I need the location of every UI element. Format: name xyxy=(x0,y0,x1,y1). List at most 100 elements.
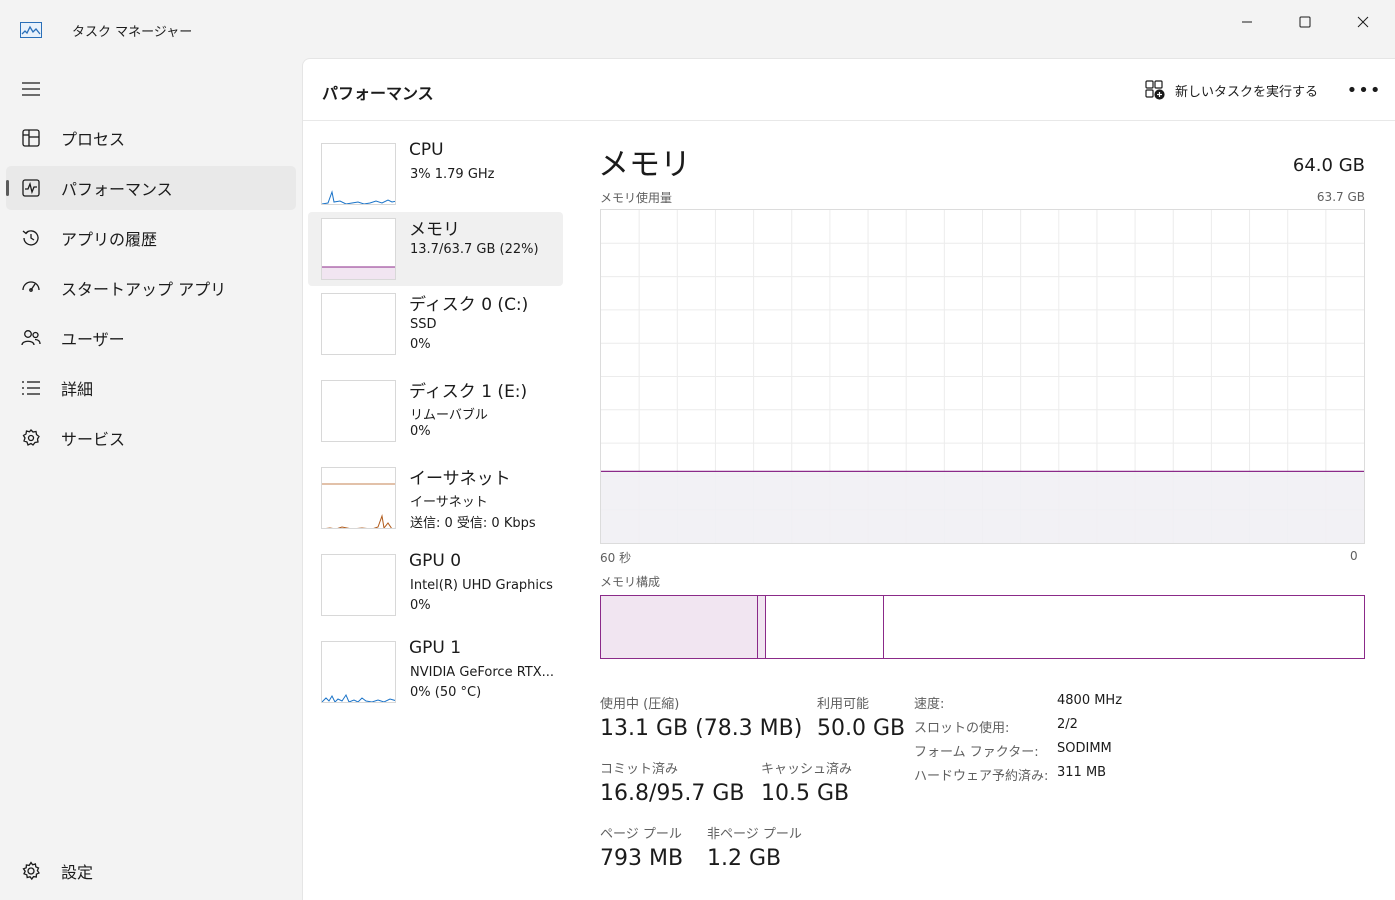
device-disk-0[interactable]: ディスク 0 (C:) SSD 0% xyxy=(308,287,563,361)
disk1-thumbnail-graph xyxy=(321,380,396,442)
page-title: パフォーマンス xyxy=(322,84,434,103)
main-panel: パフォーマンス 新しいタスクを実行する ••• CPU 3% 1.79 GHz … xyxy=(302,58,1395,900)
device-ethernet[interactable]: イーサネット イーサネット 送信: 0 受信: 0 Kbps xyxy=(308,461,563,535)
graph-axis-left: 60 秒 xyxy=(600,551,632,565)
sidebar-item-services[interactable]: サービス xyxy=(6,416,296,460)
sidebar-item-label: アプリの履歴 xyxy=(61,230,158,249)
device-cpu[interactable]: CPU 3% 1.79 GHz xyxy=(308,137,563,211)
new-task-button[interactable]: 新しいタスクを実行する xyxy=(1145,77,1318,103)
committed-value: 16.8/95.7 GB xyxy=(600,781,745,806)
device-gpu-1[interactable]: GPU 1 NVIDIA GeForce RTX... 0% (50 °C) xyxy=(308,635,563,709)
device-detail: 0% xyxy=(410,598,431,613)
sidebar-item-label: スタートアップ アプリ xyxy=(61,280,227,299)
available-value: 50.0 GB xyxy=(817,716,906,741)
cpu-thumbnail-graph xyxy=(321,143,396,205)
detail-title: メモリ xyxy=(598,147,691,183)
usage-graph-label: メモリ使用量 xyxy=(600,191,673,205)
graph-axis-right: 0 xyxy=(1350,549,1358,563)
composition-label: メモリ構成 xyxy=(600,575,661,589)
device-detail: 0% (50 °C) xyxy=(410,685,482,700)
device-name: CPU xyxy=(409,140,444,160)
device-detail: 3% 1.79 GHz xyxy=(410,167,495,182)
nonpaged-pool-value: 1.2 GB xyxy=(707,846,782,871)
title-bar: タスク マネージャー xyxy=(0,0,1395,58)
new-task-icon xyxy=(1145,80,1165,100)
in-use-value: 13.1 GB (78.3 MB) xyxy=(600,716,803,741)
device-detail: NVIDIA GeForce RTX... xyxy=(410,665,555,680)
main-header: パフォーマンス 新しいタスクを実行する ••• xyxy=(303,59,1395,121)
sidebar-item-label: サービス xyxy=(61,430,126,449)
close-button[interactable] xyxy=(1340,8,1386,36)
sidebar: プロセス パフォーマンス アプリの履歴 スタートアップ アプリ ユーザー 詳細 xyxy=(0,58,302,900)
slots-value: 2/2 xyxy=(1057,717,1078,732)
device-gpu-0[interactable]: GPU 0 Intel(R) UHD Graphics 0% xyxy=(308,548,563,622)
device-detail: SSD xyxy=(410,317,437,332)
nonpaged-pool-label: 非ページ プール xyxy=(707,827,802,842)
memory-usage-graph xyxy=(600,209,1365,544)
hamburger-icon xyxy=(22,82,40,96)
sidebar-item-processes[interactable]: プロセス xyxy=(6,116,296,160)
speed-key: 速度: xyxy=(914,697,945,712)
device-detail: イーサネット xyxy=(410,495,488,510)
form-factor-value: SODIMM xyxy=(1057,741,1112,756)
memory-thumbnail-graph xyxy=(321,218,396,280)
sidebar-item-users[interactable]: ユーザー xyxy=(6,316,296,360)
speed-value: 4800 MHz xyxy=(1057,693,1123,708)
startup-icon xyxy=(20,278,42,298)
gpu1-thumbnail-graph xyxy=(321,641,396,703)
minimize-icon xyxy=(1242,21,1252,23)
sidebar-item-label: ユーザー xyxy=(61,330,125,349)
device-detail: 送信: 0 受信: 0 Kbps xyxy=(410,516,536,531)
hardware-reserved-key: ハードウェア予約済み: xyxy=(914,769,1049,784)
committed-label: コミット済み xyxy=(600,762,679,777)
device-detail: Intel(R) UHD Graphics xyxy=(410,578,553,593)
maximize-button[interactable] xyxy=(1282,8,1328,36)
disk0-thumbnail-graph xyxy=(321,293,396,355)
device-detail: 0% xyxy=(410,424,431,439)
users-icon xyxy=(20,328,42,348)
composition-modified xyxy=(758,596,766,658)
device-disk-1[interactable]: ディスク 1 (E:) リムーバブル 0% xyxy=(308,374,563,448)
window-title: タスク マネージャー xyxy=(72,25,193,40)
device-detail: 0% xyxy=(410,337,431,352)
device-name: ディスク 1 (E:) xyxy=(409,382,528,402)
gpu0-thumbnail-graph xyxy=(321,554,396,616)
gear-icon xyxy=(20,861,42,881)
device-detail: 13.7/63.7 GB (22%) xyxy=(410,242,539,257)
maximize-icon xyxy=(1299,16,1311,28)
form-factor-key: フォーム ファクター: xyxy=(914,745,1039,760)
sidebar-item-startup-apps[interactable]: スタートアップ アプリ xyxy=(6,266,296,310)
more-options-button[interactable]: ••• xyxy=(1347,77,1381,103)
menu-button[interactable] xyxy=(18,78,44,100)
usage-graph-svg xyxy=(601,210,1364,543)
new-task-label: 新しいタスクを実行する xyxy=(1175,84,1319,100)
close-icon xyxy=(1357,16,1369,28)
sidebar-item-app-history[interactable]: アプリの履歴 xyxy=(6,216,296,260)
usage-area xyxy=(601,471,1364,543)
device-memory[interactable]: メモリ 13.7/63.7 GB (22%) xyxy=(308,212,563,286)
device-detail: リムーバブル xyxy=(410,408,488,423)
history-icon xyxy=(20,228,42,248)
memory-composition-bar xyxy=(600,595,1365,659)
composition-standby xyxy=(766,596,885,658)
sidebar-item-label: パフォーマンス xyxy=(61,180,173,199)
minimize-button[interactable] xyxy=(1224,8,1270,36)
ethernet-thumbnail-graph xyxy=(321,467,396,529)
sidebar-item-details[interactable]: 詳細 xyxy=(6,366,296,410)
composition-in-use xyxy=(601,596,759,658)
performance-icon xyxy=(20,178,42,198)
device-name: GPU 1 xyxy=(409,638,462,658)
cached-label: キャッシュ済み xyxy=(761,762,853,777)
cached-value: 10.5 GB xyxy=(761,781,850,806)
performance-graph-icon xyxy=(20,22,42,38)
hardware-reserved-value: 311 MB xyxy=(1057,765,1107,780)
usage-graph-max: 63.7 GB xyxy=(1316,190,1365,204)
paged-pool-value: 793 MB xyxy=(600,846,684,871)
device-name: メモリ xyxy=(409,220,460,240)
sidebar-item-settings[interactable]: 設定 xyxy=(6,849,296,893)
memory-total: 64.0 GB xyxy=(1292,155,1365,176)
device-name: GPU 0 xyxy=(409,551,462,571)
sidebar-item-label: プロセス xyxy=(61,130,126,149)
sidebar-item-performance[interactable]: パフォーマンス xyxy=(6,166,296,210)
details-icon xyxy=(20,378,42,398)
